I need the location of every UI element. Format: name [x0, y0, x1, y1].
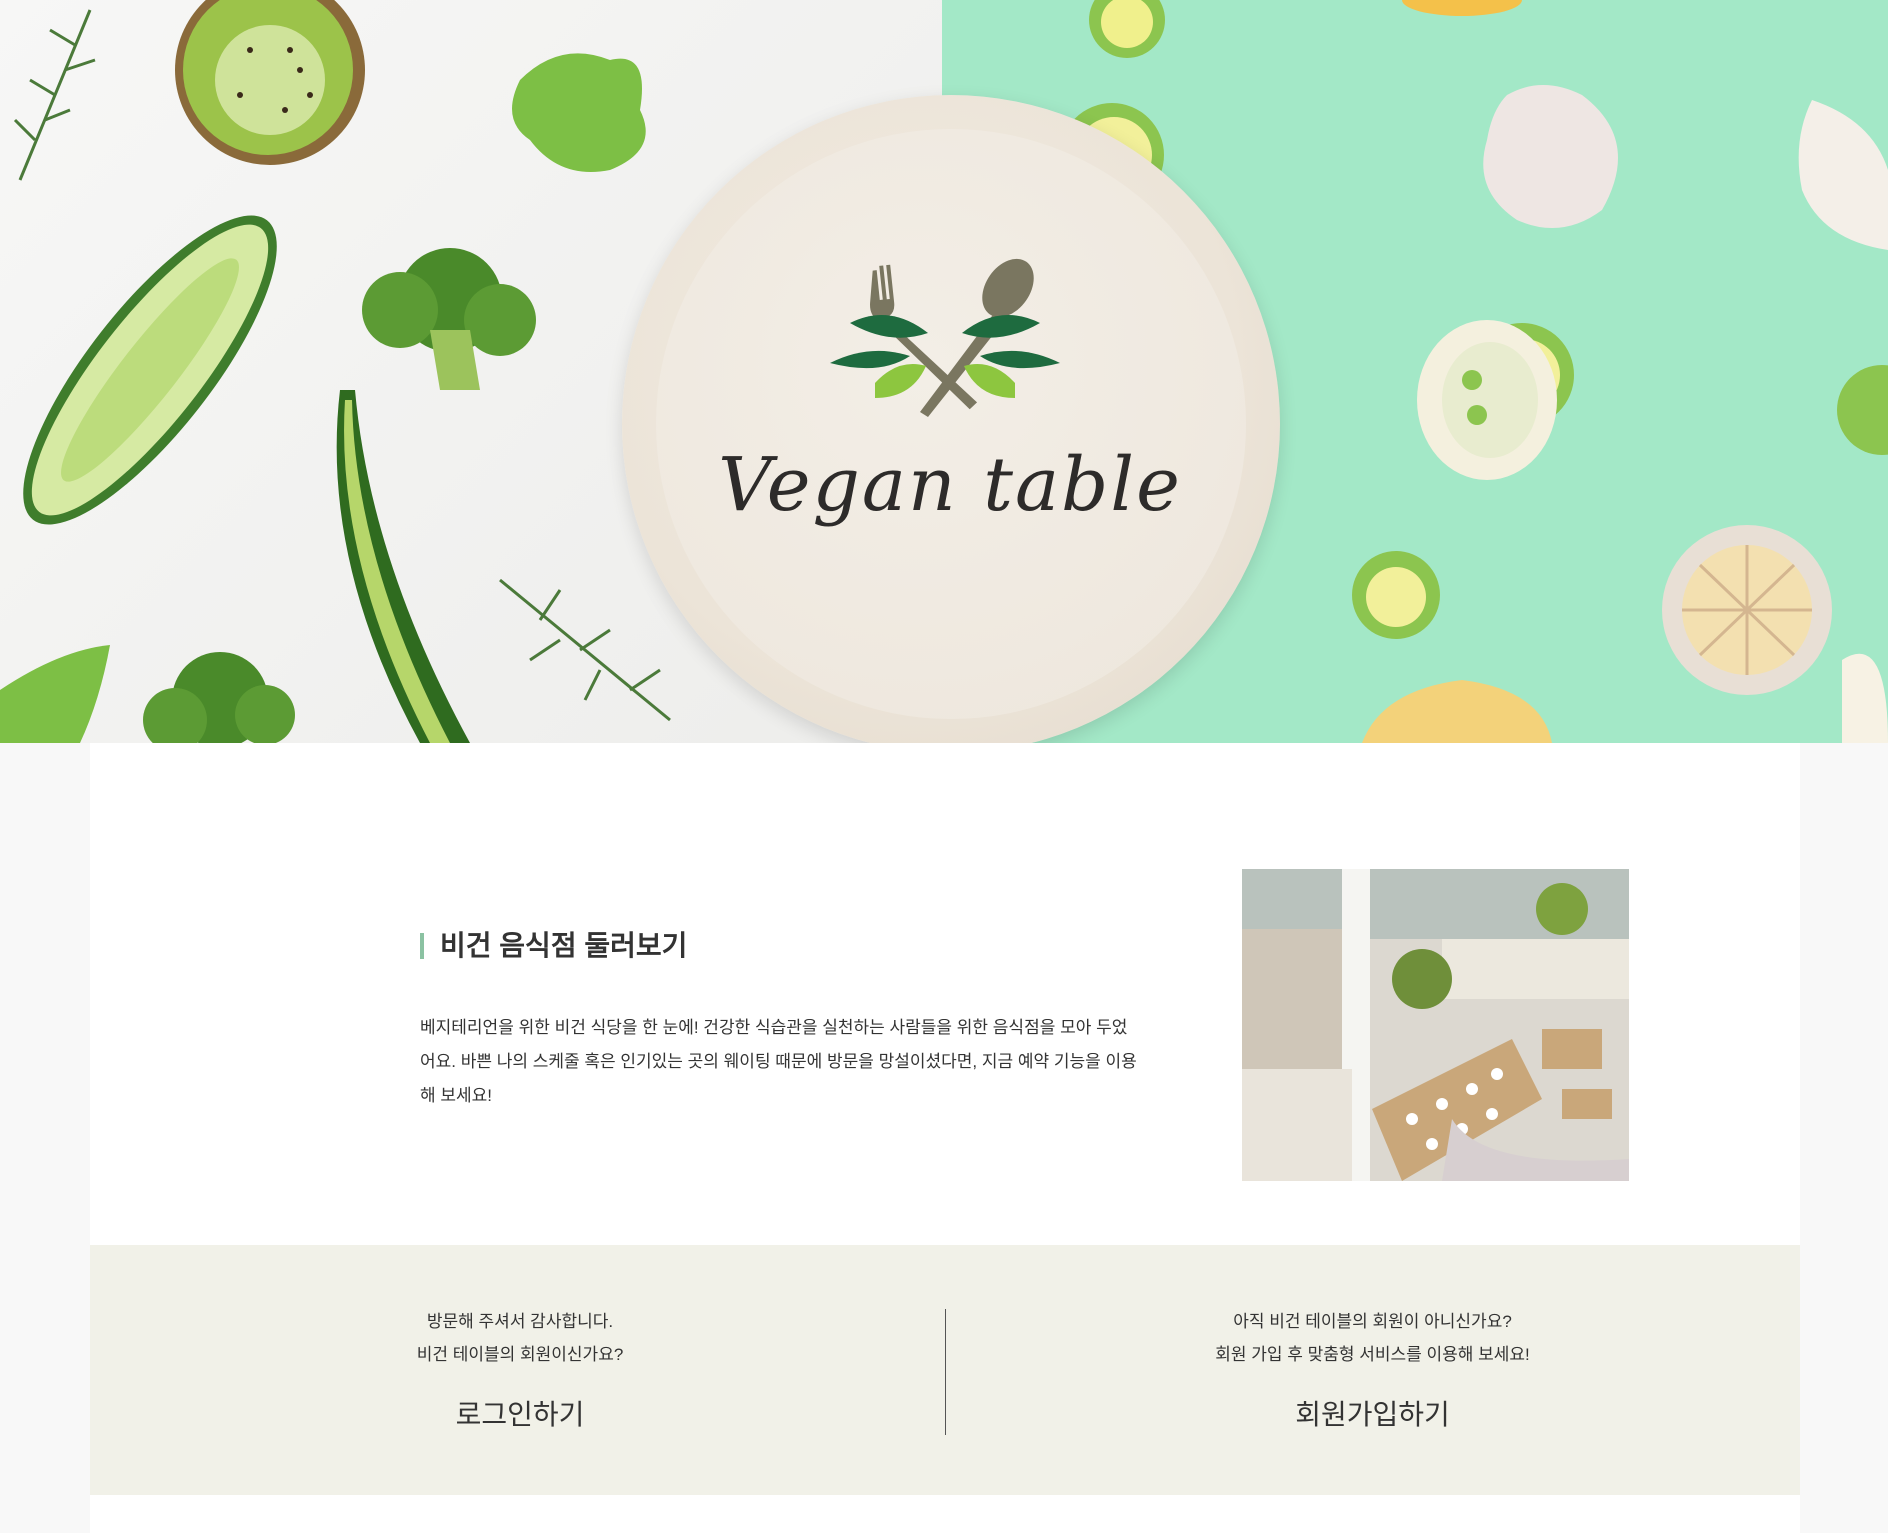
signup-message-line2: 회원 가입 후 맞춤형 서비스를 이용해 보세요! — [1215, 1345, 1530, 1364]
hero-banner: Vegan table — [0, 0, 1888, 743]
signup-panel: 아직 비건 테이블의 회원이 아니신가요? 회원 가입 후 맞춤형 서비스를 이… — [945, 1305, 1800, 1433]
login-message-line2: 비건 테이블의 회원이신가요? — [416, 1345, 624, 1364]
intro-body: 베지테리언을 위한 비건 식당을 한 눈에! 건강한 식습관을 실천하는 사람들… — [420, 1018, 1137, 1105]
vegan-table-logo — [830, 258, 1060, 417]
brand-title: Vegan table — [718, 442, 1182, 528]
plate — [622, 95, 1280, 743]
main-content: 비건 음식점 둘러보기 베지테리언을 위한 비건 식당을 한 눈에! 건강한 식… — [90, 743, 1800, 1533]
signup-button[interactable]: 회원가입하기 — [1295, 1393, 1450, 1433]
intro-title: 비건 음식점 둘러보기 — [420, 932, 687, 960]
login-button[interactable]: 로그인하기 — [456, 1393, 585, 1433]
intro-section: 비건 음식점 둘러보기 베지테리언을 위한 비건 식당을 한 눈에! 건강한 식… — [420, 743, 1220, 1243]
login-panel: 방문해 주셔서 감사합니다. 비건 테이블의 회원이신가요? 로그인하기 — [90, 1305, 945, 1433]
restaurant-photo — [1242, 869, 1629, 1181]
member-section: 방문해 주셔서 감사합니다. 비건 테이블의 회원이신가요? 로그인하기 아직 … — [90, 1245, 1800, 1495]
signup-message-line1: 아직 비건 테이블의 회원이 아니신가요? — [1233, 1312, 1512, 1331]
login-message-line1: 방문해 주셔서 감사합니다. — [426, 1312, 614, 1331]
